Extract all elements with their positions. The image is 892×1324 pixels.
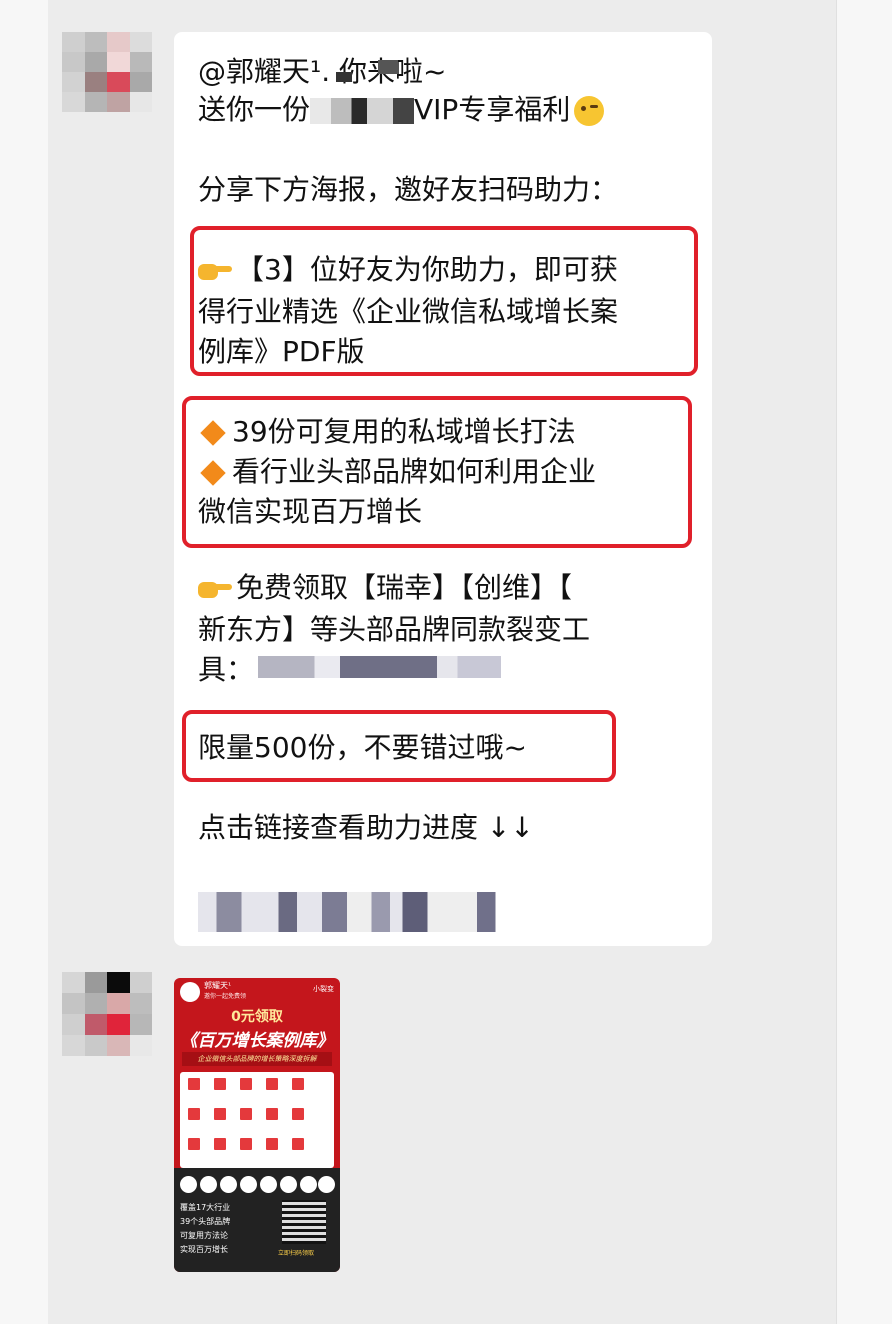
brand-logo-icon	[220, 1176, 237, 1193]
poster-bullet: 39个头部品牌	[180, 1217, 231, 1226]
brand-logo-icon	[200, 1176, 217, 1193]
pdf-doc-icon	[292, 1138, 304, 1150]
pdf-doc-icon	[188, 1108, 200, 1120]
poster-user-avatar	[180, 982, 200, 1002]
pointing-finger-icon	[198, 578, 232, 600]
pdf-doc-icon	[214, 1138, 226, 1150]
redaction-mosaic	[378, 60, 398, 74]
brand-logo-icon	[300, 1176, 317, 1193]
box2-text-2: 看行业头部品牌如何利用企业	[232, 455, 597, 488]
poster-brand-logo: 小裂变	[313, 985, 334, 993]
sender-avatar-2[interactable]	[62, 972, 152, 1056]
pdf-doc-icon	[240, 1138, 252, 1150]
brand-logo-row	[180, 1176, 335, 1194]
poster-invite-text: 邀你一起免费领	[204, 993, 247, 1000]
left-margin	[0, 0, 48, 1324]
gift-prefix: 送你一份	[198, 93, 311, 126]
poster-free-label: 0元领取	[231, 1009, 283, 1025]
box2-line-2: 看行业头部品牌如何利用企业	[198, 454, 596, 490]
pdf-doc-icon	[188, 1078, 200, 1090]
poster-image[interactable]: 郭耀天¹ 邀你一起免费领 小裂变 0元领取 《百万增长案例库》 企业微信头部品牌…	[174, 978, 340, 1272]
gift-suffix: VIP专享福利	[414, 93, 571, 126]
brand-logo-icon	[280, 1176, 297, 1193]
pdf-doc-icon	[292, 1078, 304, 1090]
pdf-doc-icon	[214, 1108, 226, 1120]
pdf-doc-icon	[214, 1078, 226, 1090]
pdf-doc-icon	[266, 1108, 278, 1120]
box2-text-1: 39份可复用的私域增长打法	[232, 415, 576, 448]
wink-emoji-icon	[574, 96, 605, 126]
redacted-text	[310, 98, 415, 124]
redacted-progress-link[interactable]	[198, 892, 508, 932]
pointing-finger-icon	[198, 260, 232, 282]
free-line-3: 具：	[198, 653, 255, 686]
message-line-share: 分享下方海报，邀好友扫码助力：	[198, 173, 619, 206]
pdf-doc-icon	[266, 1078, 278, 1090]
poster-bullet: 覆盖17大行业	[180, 1203, 231, 1212]
box2-line-1: 39份可复用的私域增长打法	[198, 414, 576, 450]
pdf-doc-icon	[266, 1138, 278, 1150]
redaction-mosaic	[336, 72, 352, 82]
sender-avatar[interactable]	[62, 32, 152, 112]
poster-footer: 覆盖17大行业 39个头部品牌 可复用方法论 实现百万增长 立即扫码领取	[174, 1168, 340, 1272]
brand-logo-icon	[180, 1176, 197, 1193]
orange-diamond-icon	[200, 460, 226, 486]
free-text-1: 免费领取【瑞幸】【创维】【	[236, 571, 573, 604]
box1-line-1: 【3】位好友为你助力，即可获	[198, 252, 618, 288]
poster-title: 《百万增长案例库》	[180, 1031, 334, 1051]
pdf-doc-icon	[188, 1138, 200, 1150]
box1-line-3: 例库》PDF版	[198, 335, 365, 368]
pdf-doc-icon	[292, 1108, 304, 1120]
right-margin	[836, 0, 892, 1324]
poster-username: 郭耀天¹	[204, 981, 232, 990]
redacted-link[interactable]	[258, 656, 514, 678]
brand-logo-icon	[240, 1176, 257, 1193]
poster-tagline: 企业微信头部品牌的增长策略深度拆解	[182, 1052, 332, 1066]
brand-logo-icon	[260, 1176, 277, 1193]
message-line-greeting: @郭耀天¹. 你来啦~	[198, 55, 447, 88]
limited-line: 限量500份，不要错过哦~	[198, 731, 527, 764]
click-line: 点击链接查看助力进度 ↓↓	[198, 811, 534, 844]
box1-line-2: 得行业精选《企业微信私域增长案	[198, 295, 619, 328]
poster-document-grid	[180, 1072, 334, 1168]
poster-bullet: 可复用方法论	[180, 1231, 228, 1240]
box2-line-3: 微信实现百万增长	[198, 495, 423, 528]
box1-text-1: 【3】位好友为你助力，即可获	[236, 253, 618, 286]
pdf-doc-icon	[240, 1078, 252, 1090]
free-line-2: 新东方】等头部品牌同款裂变工	[198, 613, 591, 646]
qr-code-icon	[282, 1200, 326, 1244]
poster-scan-text: 立即扫码领取	[278, 1250, 315, 1257]
pdf-doc-icon	[240, 1108, 252, 1120]
message-line-gift: 送你一份 VIP专享福利	[198, 92, 605, 128]
free-line-1: 免费领取【瑞幸】【创维】【	[198, 570, 572, 606]
poster-bullet: 实现百万增长	[180, 1245, 228, 1254]
more-icon	[318, 1176, 335, 1193]
orange-diamond-icon	[200, 420, 226, 446]
